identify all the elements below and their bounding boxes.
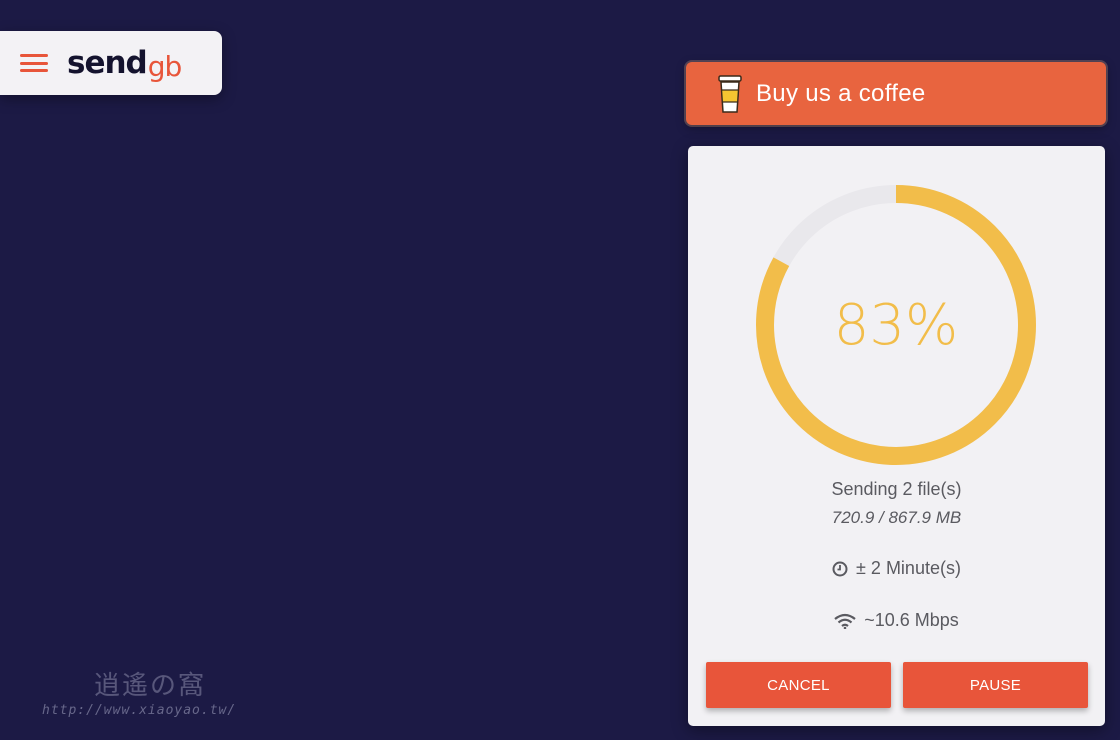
- watermark: 逍遙の窩 http://www.xiaoyao.tw/: [42, 665, 252, 725]
- logo-suffix: gb: [147, 50, 183, 83]
- watermark-title: 逍遙の窩: [94, 671, 207, 701]
- transfer-size: 720.9 / 867.9 MB: [831, 508, 962, 527]
- buy-coffee-button[interactable]: Buy us a coffee: [686, 62, 1106, 125]
- logo-suffix-text: gb: [147, 50, 183, 83]
- buy-coffee-label: Buy us a coffee: [756, 79, 926, 107]
- clock-icon: [832, 561, 848, 576]
- wifi-icon: [834, 613, 856, 629]
- watermark-url: http://www.xiaoyao.tw/: [42, 703, 237, 718]
- coffee-cup-icon: [718, 74, 742, 113]
- time-remaining: ± 2 Minute(s): [856, 558, 961, 578]
- logo-bar: send gb: [0, 31, 222, 95]
- pause-button[interactable]: PAUSE: [903, 662, 1088, 708]
- transfer-card: 83% Sending 2 file(s) 720.9 / 867.9 MB ±…: [688, 146, 1105, 726]
- progress-ring: 83%: [754, 183, 1038, 467]
- cancel-button[interactable]: CANCEL: [706, 662, 891, 708]
- app-root: send gb Buy us a coffee 83% Sending 2 fil…: [0, 0, 1120, 740]
- hamburger-menu-icon[interactable]: [20, 52, 48, 74]
- time-remaining-row: ± 2 Minute(s): [688, 558, 1105, 579]
- speed-row: ~10.6 Mbps: [688, 610, 1105, 631]
- progress-percent: 83%: [833, 292, 959, 358]
- logo-text: send: [67, 45, 148, 81]
- sending-status: Sending 2 file(s): [831, 479, 962, 499]
- transfer-speed: ~10.6 Mbps: [864, 610, 959, 630]
- logo[interactable]: send gb: [67, 45, 183, 83]
